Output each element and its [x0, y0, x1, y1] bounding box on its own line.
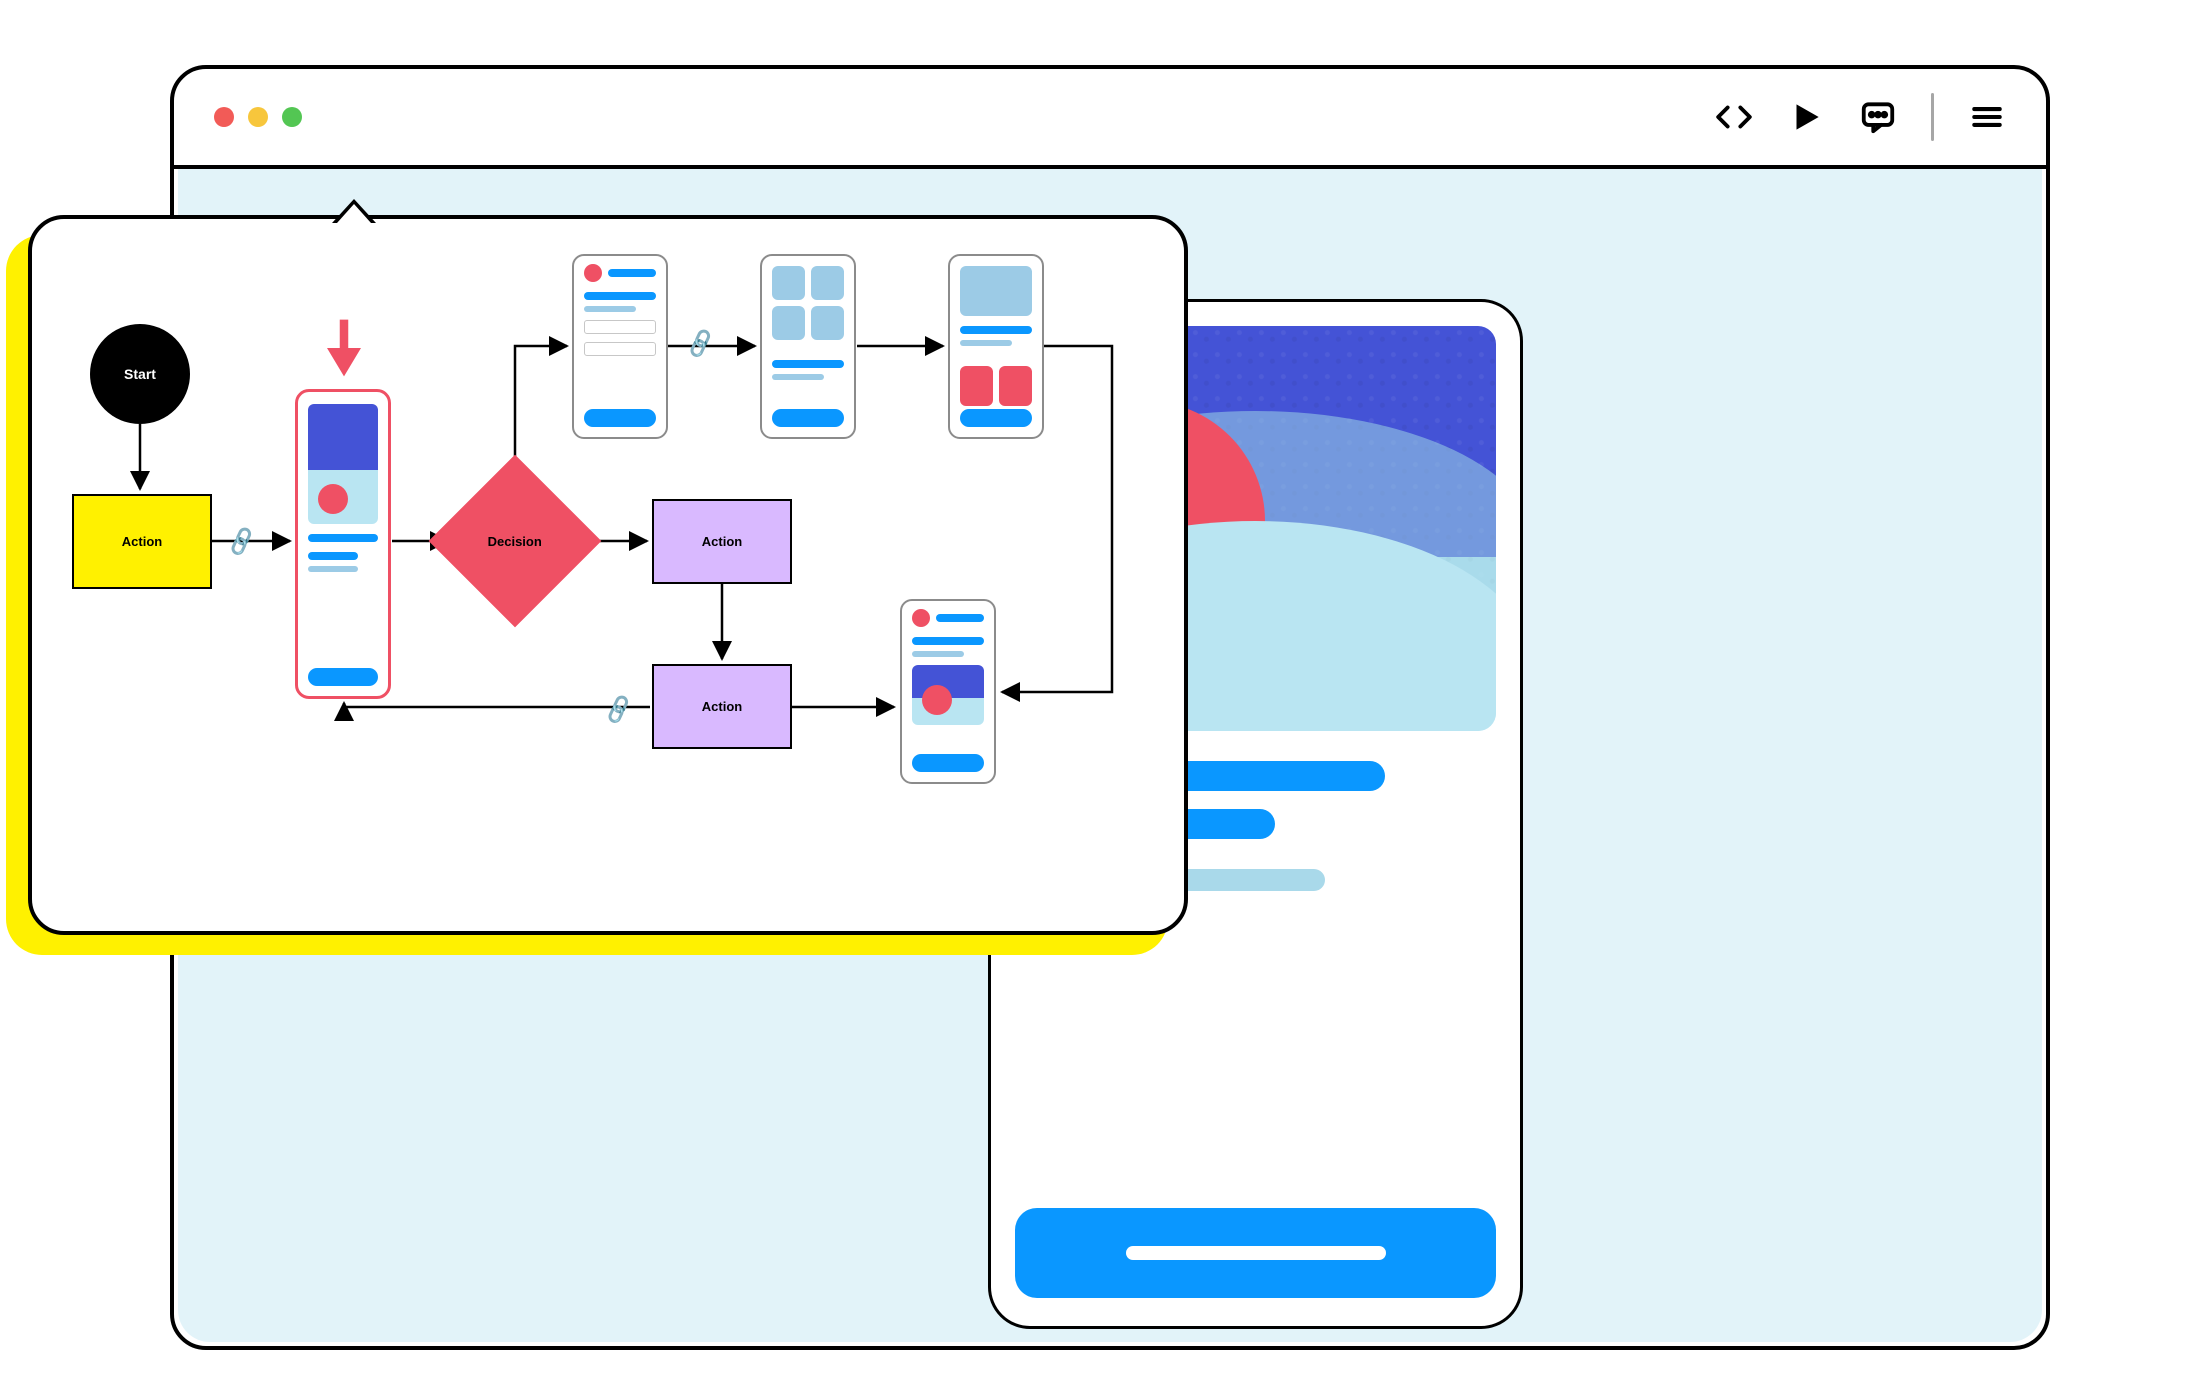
comment-icon[interactable] — [1859, 98, 1897, 136]
minimize-dot[interactable] — [248, 107, 268, 127]
toolbar-right — [1715, 93, 2006, 141]
link-icon: 🔗 — [601, 693, 636, 727]
screen-thumbnail-form[interactable] — [572, 254, 668, 439]
action-label: Action — [702, 699, 742, 714]
play-icon[interactable] — [1787, 98, 1825, 136]
action-node-2[interactable]: Action — [652, 499, 792, 584]
screen-thumbnail-cards[interactable] — [948, 254, 1044, 439]
decision-node[interactable]: Decision — [429, 455, 602, 628]
link-icon: 🔗 — [683, 327, 718, 361]
maximize-dot[interactable] — [282, 107, 302, 127]
popover-pointer-icon — [332, 199, 376, 223]
screen-thumbnail-selected[interactable] — [295, 389, 391, 699]
action-node-3[interactable]: Action — [652, 664, 792, 749]
screen-thumbnail-hero[interactable] — [900, 599, 996, 784]
toolbar-separator — [1931, 93, 1934, 141]
action-label: Action — [702, 534, 742, 549]
action-node-1[interactable]: Action — [72, 494, 212, 589]
start-node[interactable]: Start — [90, 324, 190, 424]
start-label: Start — [124, 366, 156, 382]
menu-icon[interactable] — [1968, 98, 2006, 136]
decision-label: Decision — [488, 534, 542, 549]
flowchart-popover: 🔗 🔗 🔗 Start Action Decision Action Actio… — [28, 215, 1188, 935]
primary-button[interactable] — [1015, 1208, 1496, 1298]
browser-topbar — [174, 69, 2046, 169]
code-icon[interactable] — [1715, 98, 1753, 136]
link-icon: 🔗 — [224, 525, 259, 559]
selection-arrow-icon — [327, 319, 361, 377]
close-dot[interactable] — [214, 107, 234, 127]
action-label: Action — [122, 534, 162, 549]
screen-thumbnail-grid[interactable] — [760, 254, 856, 439]
window-controls[interactable] — [214, 107, 302, 127]
button-label-placeholder — [1126, 1246, 1386, 1260]
